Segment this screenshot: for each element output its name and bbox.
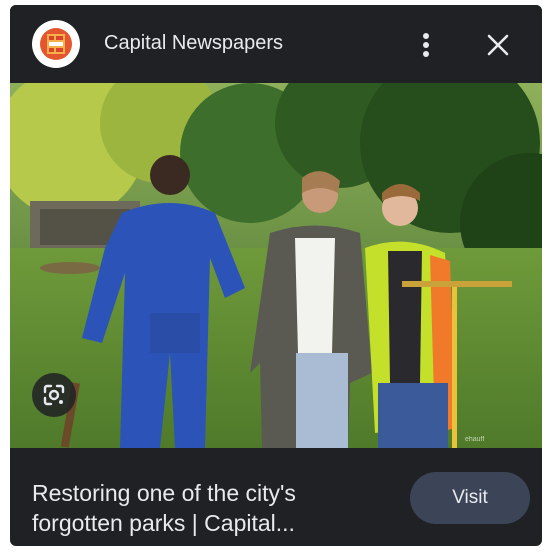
article-title-line-2: forgotten parks | Capital... [32,510,295,536]
capital-newspapers-logo-icon [40,28,72,60]
more-vert-icon [423,33,429,57]
close-button[interactable] [480,27,516,63]
google-lens-icon [43,384,65,406]
source-logo[interactable] [32,20,80,68]
image-preview-card: Capital Newspapers ehauff Restoring one … [10,5,542,546]
park-restoration-photo: ehauff [10,83,542,448]
article-title[interactable]: Restoring one of the city's forgotten pa… [32,478,392,538]
visit-button[interactable]: Visit [410,472,530,524]
article-title-line-1: Restoring one of the city's [32,480,296,506]
google-lens-button[interactable] [32,373,76,417]
source-name[interactable]: Capital Newspapers [104,31,283,55]
article-image[interactable]: ehauff [10,83,542,448]
svg-text:ehauff: ehauff [465,436,484,443]
more-options-button[interactable] [410,27,442,63]
close-icon [487,34,509,56]
preview-header: Capital Newspapers [10,5,542,83]
